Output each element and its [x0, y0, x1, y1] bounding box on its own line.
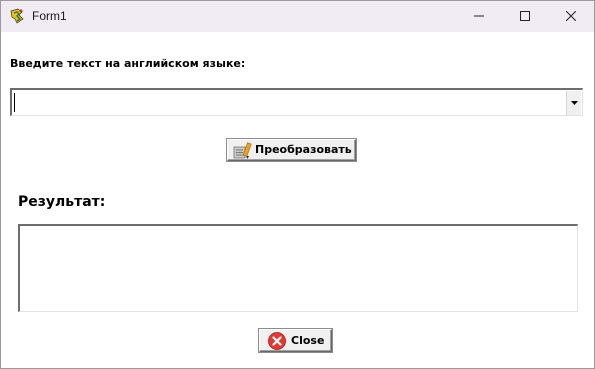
- close-button[interactable]: Close: [259, 329, 332, 352]
- result-memo[interactable]: [18, 224, 578, 312]
- text-caret: [14, 93, 15, 112]
- convert-icon: [233, 142, 252, 159]
- minimize-button[interactable]: [456, 1, 502, 32]
- convert-button[interactable]: Преобразовать: [227, 139, 356, 161]
- input-prompt-label: Введите текст на английском языке:: [10, 57, 246, 70]
- english-text-combobox[interactable]: [10, 88, 583, 116]
- close-button-label: Close: [291, 334, 325, 347]
- window-close-button[interactable]: [548, 1, 594, 32]
- combobox-dropdown-button[interactable]: [566, 91, 581, 115]
- minimize-icon: [474, 15, 484, 17]
- convert-button-label: Преобразовать: [255, 143, 352, 156]
- close-icon: [566, 11, 576, 21]
- maximize-button[interactable]: [502, 1, 548, 32]
- dropdown-arrow-icon: [571, 101, 578, 105]
- result-label: Результат:: [18, 194, 106, 210]
- window-title: Form1: [32, 9, 67, 23]
- delphi-app-icon: [9, 7, 27, 25]
- title-bar[interactable]: Form1: [1, 1, 594, 32]
- english-text-input[interactable]: [14, 92, 563, 112]
- red-x-icon: [268, 332, 286, 350]
- main-window: Form1 Введите текст на английском языке:: [0, 0, 595, 369]
- maximize-icon: [520, 11, 530, 21]
